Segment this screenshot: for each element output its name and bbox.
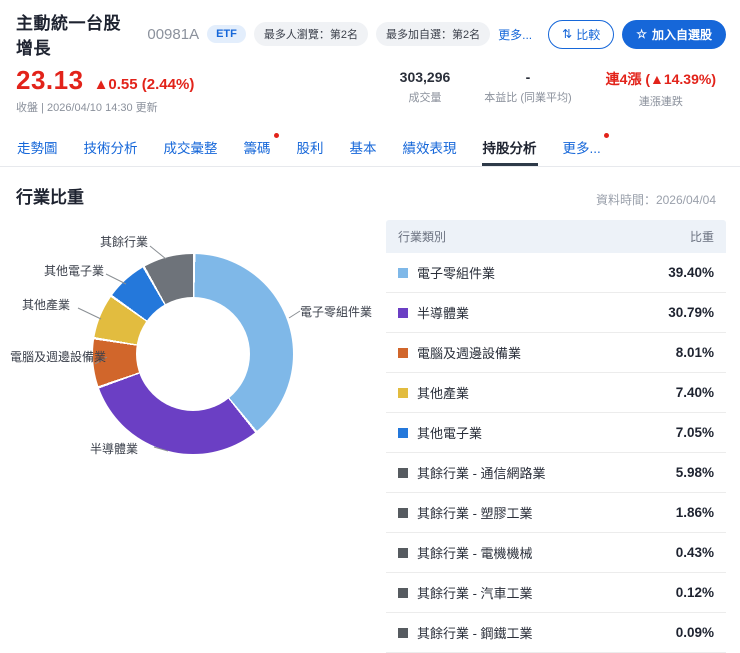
legend-color-swatch [398,587,408,598]
tab-7[interactable]: 持股分析 [481,127,538,166]
col-weight: 比重 [689,230,714,244]
tab-4[interactable]: 股利 [296,127,325,166]
legend-color-swatch [398,387,408,398]
tab-8[interactable]: 更多... [562,127,609,166]
industry-label: 其他產業 [398,383,469,402]
volume-value: 303,296 [399,69,451,85]
industry-label: 其餘行業 - 塑膠工業 [398,503,533,522]
industry-label: 其餘行業 - 鋼鐵工業 [398,623,533,642]
legend-color-swatch [398,627,408,638]
tab-3[interactable]: 籌碼 [243,127,279,166]
legend-color-swatch [398,267,408,278]
table-row: 其餘行業 - 塑膠工業 1.86% [386,493,726,533]
legend-color-swatch [398,547,408,558]
table-row: 其他電子業 7.05% [386,413,726,453]
slice-label-semiconductor: 半導體業 [90,442,139,456]
slice-label-other-electronics: 其他電子業 [44,264,105,278]
industry-label: 電子零組件業 [398,263,495,282]
industry-table-body: 電子零組件業 39.40% 半導體業 30.79% 電腦及週邊設備業 8.01% 其他產業 7… [386,253,726,653]
last-price: 23.13 [16,65,84,95]
industry-weight: 39.40% [668,265,714,280]
section-title: 行業比重 [16,188,84,207]
tab-bar: 走勢圖 技術分析 成交彙整 籌碼 股利 基本 績效表現 持股分析 更多... [0,127,740,167]
industry-weight: 0.09% [675,625,714,640]
table-row: 電腦及週邊設備業 8.01% [386,333,726,373]
header-more-link[interactable]: 更多... [498,26,532,43]
industry-label: 半導體業 [398,303,469,322]
legend-color-swatch [398,307,408,318]
star-icon: ☆ [636,27,647,41]
add-watchlist-button[interactable]: ☆ 加入自選股 [622,19,726,49]
compare-icon: ⇅ [562,27,573,41]
etf-badge: ETF [207,25,246,43]
table-row: 電子零組件業 39.40% [386,253,726,293]
legend-color-swatch [398,347,408,358]
tab-1[interactable]: 技術分析 [83,127,139,166]
industry-table-header: 行業類別 比重 [386,220,726,253]
industry-label: 其餘行業 - 通信網路業 [398,463,546,482]
streak-value: 連4漲 (▲14.39%) [605,71,716,87]
industry-weight: 1.86% [675,505,714,520]
stock-code: 00981A [147,25,200,43]
table-row: 其餘行業 - 電機機械 0.43% [386,533,726,573]
industry-weight: 0.12% [675,585,714,600]
industry-label: 其他電子業 [398,423,482,442]
streak-label: 連漲連跌 [638,96,683,108]
most-added-badge: 最多加自選：第2名 [376,22,491,46]
industry-label: 其餘行業 - 汽車工業 [398,583,533,602]
quote-section: 23.13 ▲0.55 (2.44%) 收盤 | 2026/04/10 14:3… [0,63,740,123]
table-row: 其餘行業 - 通信網路業 5.98% [386,453,726,493]
section-header: 行業比重 資料時間：2026/04/04 [0,167,740,218]
quote-timestamp: 收盤 | 2026/04/10 14:30 更新 [16,102,158,114]
industry-weight: 0.43% [675,545,714,560]
pe-value: - [525,69,531,85]
industry-chart-area: 電子零組件業 半導體業 電腦及週邊設備業 其他產業 其他電子業 其餘行業 [8,218,380,530]
industry-table: 行業類別 比重 電子零組件業 39.40% 半導體業 30.79% 電腦及週邊設備業 8.… [386,220,726,653]
top-bar: 主動統一台股增長 00981A ETF 最多人瀏覽：第2名 最多加自選：第2名 … [0,0,740,63]
industry-weight: 5.98% [675,465,714,480]
tab-5[interactable]: 基本 [349,127,378,166]
compare-button[interactable]: ⇅ 比較 [548,19,615,49]
table-row: 其餘行業 - 汽車工業 0.12% [386,573,726,613]
slice-label-electronic-components: 電子零組件業 [300,305,373,319]
table-row: 其他產業 7.40% [386,373,726,413]
industry-weight: 8.01% [675,345,714,360]
tab-6[interactable]: 績效表現 [402,127,458,166]
legend-color-swatch [398,427,408,438]
pe-label: 本益比 (同業平均) [484,92,572,104]
industry-weight: 30.79% [668,305,714,320]
legend-color-swatch [398,507,408,518]
industry-label: 其餘行業 - 電機機械 [398,543,533,562]
new-badge-dot [273,133,279,138]
data-timestamp: 資料時間：2026/04/04 [595,193,716,207]
tab-0[interactable]: 走勢圖 [16,127,59,166]
new-badge-dot [603,133,609,138]
stock-title: 主動統一台股增長 [16,14,121,58]
slice-label-other-industry: 其他產業 [22,298,71,312]
most-viewed-badge: 最多人瀏覽：第2名 [253,22,368,46]
col-industry-category: 行業類別 [398,230,447,244]
industry-label: 電腦及週邊設備業 [398,343,521,362]
slice-label-computer-peripheral: 電腦及週邊設備業 [10,350,107,364]
table-row: 其餘行業 - 鋼鐵工業 0.09% [386,613,726,653]
industry-weight: 7.05% [675,425,714,440]
table-row: 半導體業 30.79% [386,293,726,333]
price-change: ▲0.55 (2.44%) [93,76,195,93]
slice-label-remaining-industries: 其餘行業 [100,235,149,249]
main-content: 電子零組件業 半導體業 電腦及週邊設備業 其他產業 其他電子業 其餘行業 行業類… [0,218,740,653]
volume-label: 成交量 [408,92,442,104]
industry-weight: 7.40% [675,385,714,400]
legend-color-swatch [398,467,408,478]
quote-stats: 303,296 成交量 - 本益比 (同業平均) 連4漲 (▲14.39%) 連… [400,65,716,109]
tab-2[interactable]: 成交彙整 [163,127,219,166]
